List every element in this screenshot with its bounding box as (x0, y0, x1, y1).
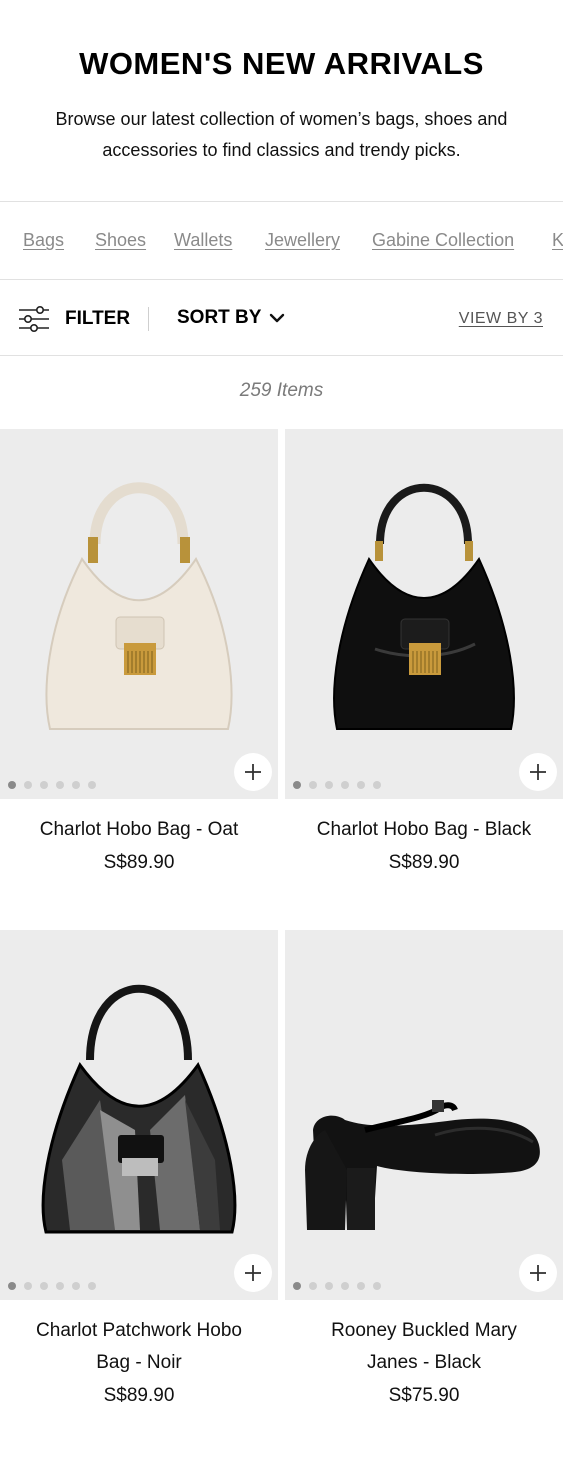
category-link-jewellery[interactable]: Jewellery (265, 230, 340, 251)
carousel-dot[interactable] (40, 781, 48, 789)
carousel-dot[interactable] (341, 781, 349, 789)
carousel-dot[interactable] (72, 1282, 80, 1290)
category-link-bags[interactable]: Bags (23, 230, 64, 251)
carousel-dot[interactable] (56, 781, 64, 789)
plus-icon (530, 764, 546, 780)
sort-by-label: SORT BY (177, 307, 262, 328)
product-image[interactable] (0, 930, 278, 1300)
add-to-bag-button[interactable] (234, 1254, 272, 1292)
carousel-dot[interactable] (24, 781, 32, 789)
product-name[interactable]: Rooney Buckled Mary Janes - Black (285, 1315, 563, 1379)
carousel-dot[interactable] (56, 1282, 64, 1290)
image-carousel-dots[interactable] (293, 781, 381, 789)
product-price: S$89.90 (103, 852, 175, 873)
add-to-bag-button[interactable] (519, 1254, 557, 1292)
carousel-dot[interactable] (293, 781, 301, 789)
product-card[interactable]: Charlot Hobo Bag - Black S$89.90 (285, 429, 563, 874)
hobo-bag-black-image (333, 483, 515, 730)
product-name[interactable]: Charlot Hobo Bag - Black (285, 814, 563, 846)
toolbar-divider (148, 307, 149, 331)
image-carousel-dots[interactable] (8, 1282, 96, 1290)
plus-icon (530, 1265, 546, 1281)
carousel-dot[interactable] (309, 781, 317, 789)
product-card[interactable]: Charlot Hobo Bag - Oat S$89.90 (0, 429, 278, 874)
hobo-bag-oat-image (45, 482, 233, 730)
carousel-dot[interactable] (88, 1282, 96, 1290)
filter-label: FILTER (65, 308, 131, 329)
carousel-dot[interactable] (8, 1282, 16, 1290)
filter-icon (19, 305, 49, 332)
divider (0, 279, 563, 280)
product-name[interactable]: Charlot Patchwork Hobo Bag - Noir (0, 1315, 278, 1379)
chevron-down-icon (269, 313, 285, 323)
listing-toolbar: FILTER SORT BY VIEW BY 3 (0, 281, 563, 355)
hobo-bag-patchwork-image (41, 984, 237, 1234)
page-description: Browse our latest collection of women’s … (55, 109, 508, 160)
page-header: WOMEN'S NEW ARRIVALS Browse our latest c… (0, 0, 563, 202)
plus-icon (245, 1265, 261, 1281)
image-carousel-dots[interactable] (293, 1282, 381, 1290)
carousel-dot[interactable] (72, 781, 80, 789)
carousel-dot[interactable] (357, 1282, 365, 1290)
add-to-bag-button[interactable] (519, 753, 557, 791)
plus-icon (245, 764, 261, 780)
product-image[interactable] (0, 429, 278, 799)
carousel-dot[interactable] (24, 1282, 32, 1290)
product-card[interactable]: Rooney Buckled Mary Janes - Black S$75.9… (285, 930, 563, 1407)
carousel-dot[interactable] (40, 1282, 48, 1290)
carousel-dot[interactable] (88, 781, 96, 789)
product-name[interactable]: Charlot Hobo Bag - Oat (0, 814, 278, 846)
view-by-toggle[interactable]: VIEW BY 3 (459, 310, 543, 328)
image-carousel-dots[interactable] (8, 781, 96, 789)
product-image[interactable] (285, 429, 563, 799)
category-nav: Bags Shoes Wallets Jewellery Gabine Coll… (0, 202, 563, 280)
carousel-dot[interactable] (293, 1282, 301, 1290)
product-price: S$75.90 (388, 1385, 460, 1406)
carousel-dot[interactable] (373, 781, 381, 789)
carousel-dot[interactable] (373, 1282, 381, 1290)
category-link-wallets[interactable]: Wallets (174, 230, 232, 251)
product-card[interactable]: Charlot Patchwork Hobo Bag - Noir S$89.9… (0, 930, 278, 1407)
add-to-bag-button[interactable] (234, 753, 272, 791)
category-link-shoes[interactable]: Shoes (95, 230, 146, 251)
carousel-dot[interactable] (8, 781, 16, 789)
product-price: S$89.90 (388, 852, 460, 873)
results-count: 259 Items (239, 380, 324, 401)
product-image[interactable] (285, 930, 563, 1300)
page-title: WOMEN'S NEW ARRIVALS (79, 46, 484, 81)
carousel-dot[interactable] (309, 1282, 317, 1290)
carousel-dot[interactable] (357, 781, 365, 789)
divider (0, 355, 563, 356)
mary-jane-shoe-image (305, 1100, 540, 1230)
product-price: S$89.90 (103, 1385, 175, 1406)
carousel-dot[interactable] (325, 781, 333, 789)
carousel-dot[interactable] (341, 1282, 349, 1290)
carousel-dot[interactable] (325, 1282, 333, 1290)
category-link-more[interactable]: K (552, 230, 563, 251)
category-link-gabine-collection[interactable]: Gabine Collection (372, 230, 514, 251)
